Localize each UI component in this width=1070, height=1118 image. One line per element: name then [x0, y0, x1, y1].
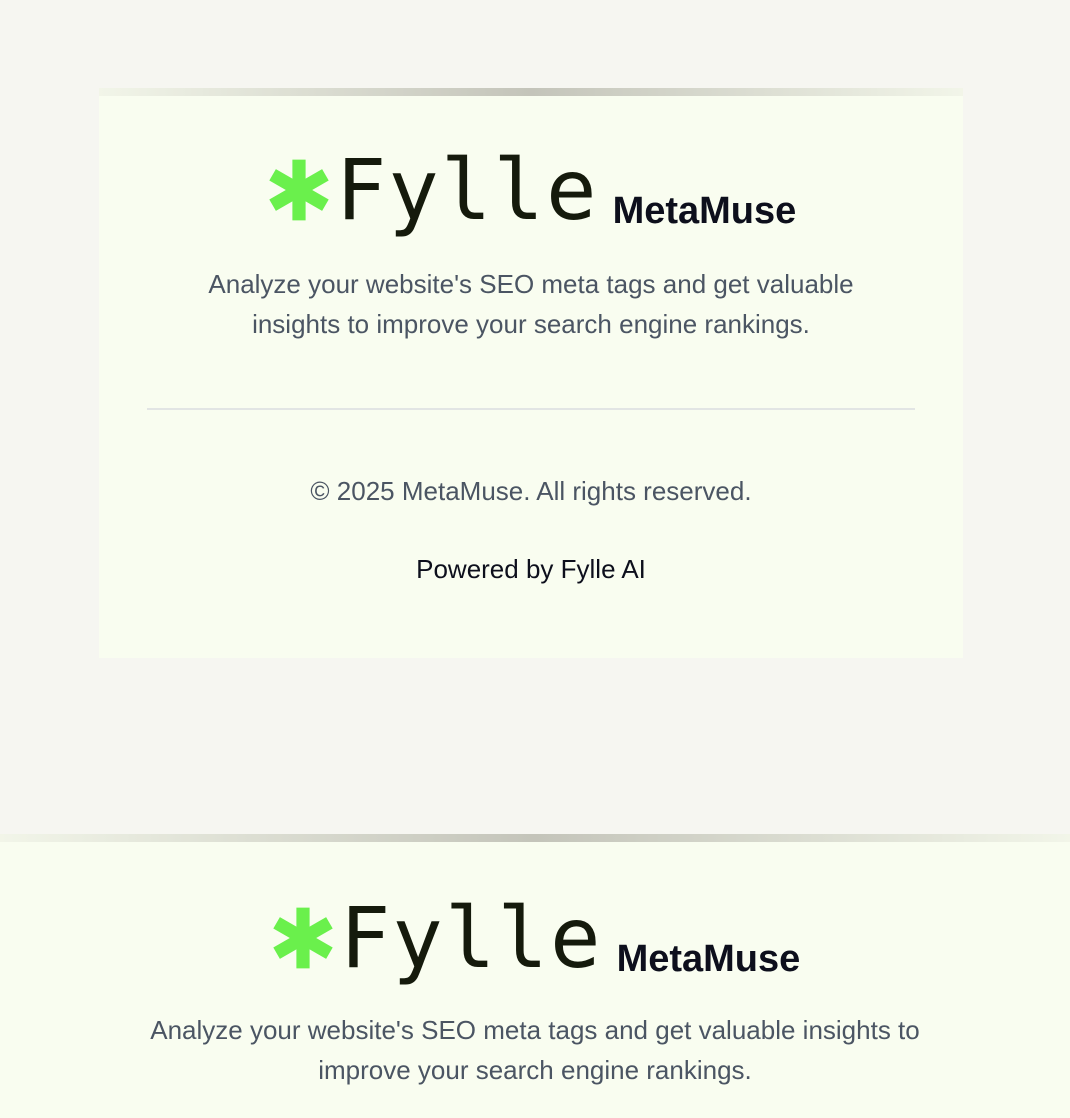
tagline-line-2: insights to improve your search engine r…: [252, 309, 810, 339]
fylle-logo[interactable]: Fylle: [270, 896, 603, 980]
footer-card: Fylle MetaMuse Analyze your website's SE…: [99, 88, 963, 658]
powered-by-link[interactable]: Powered by Fylle AI: [99, 554, 963, 585]
footer-band: Fylle MetaMuse Analyze your website's SE…: [0, 834, 1070, 1118]
asterisk-icon: [269, 159, 329, 221]
band-top-border: [0, 834, 1070, 842]
tagline-line-1: Analyze your website's SEO meta tags and…: [208, 269, 854, 299]
brand-header: Fylle MetaMuse: [0, 896, 1070, 981]
brand-header: Fylle MetaMuse: [99, 148, 963, 233]
card-top-border: [99, 88, 963, 96]
tagline-line-2: improve your search engine rankings.: [318, 1055, 752, 1085]
fylle-logo[interactable]: Fylle: [266, 148, 599, 232]
copyright-text: © 2025 MetaMuse. All rights reserved.: [310, 476, 752, 506]
app-name: MetaMuse: [616, 938, 801, 980]
tagline-line-1: Analyze your website's SEO meta tags and…: [150, 1015, 920, 1045]
tagline: Analyze your website's SEO meta tags and…: [0, 1010, 1070, 1090]
tagline: Analyze your website's SEO meta tags and…: [99, 264, 963, 344]
logo-wordmark: Fylle: [339, 889, 603, 987]
divider: [147, 408, 915, 410]
logo-wordmark: Fylle: [335, 141, 599, 239]
asterisk-icon: [273, 907, 333, 969]
app-name: MetaMuse: [612, 190, 797, 232]
